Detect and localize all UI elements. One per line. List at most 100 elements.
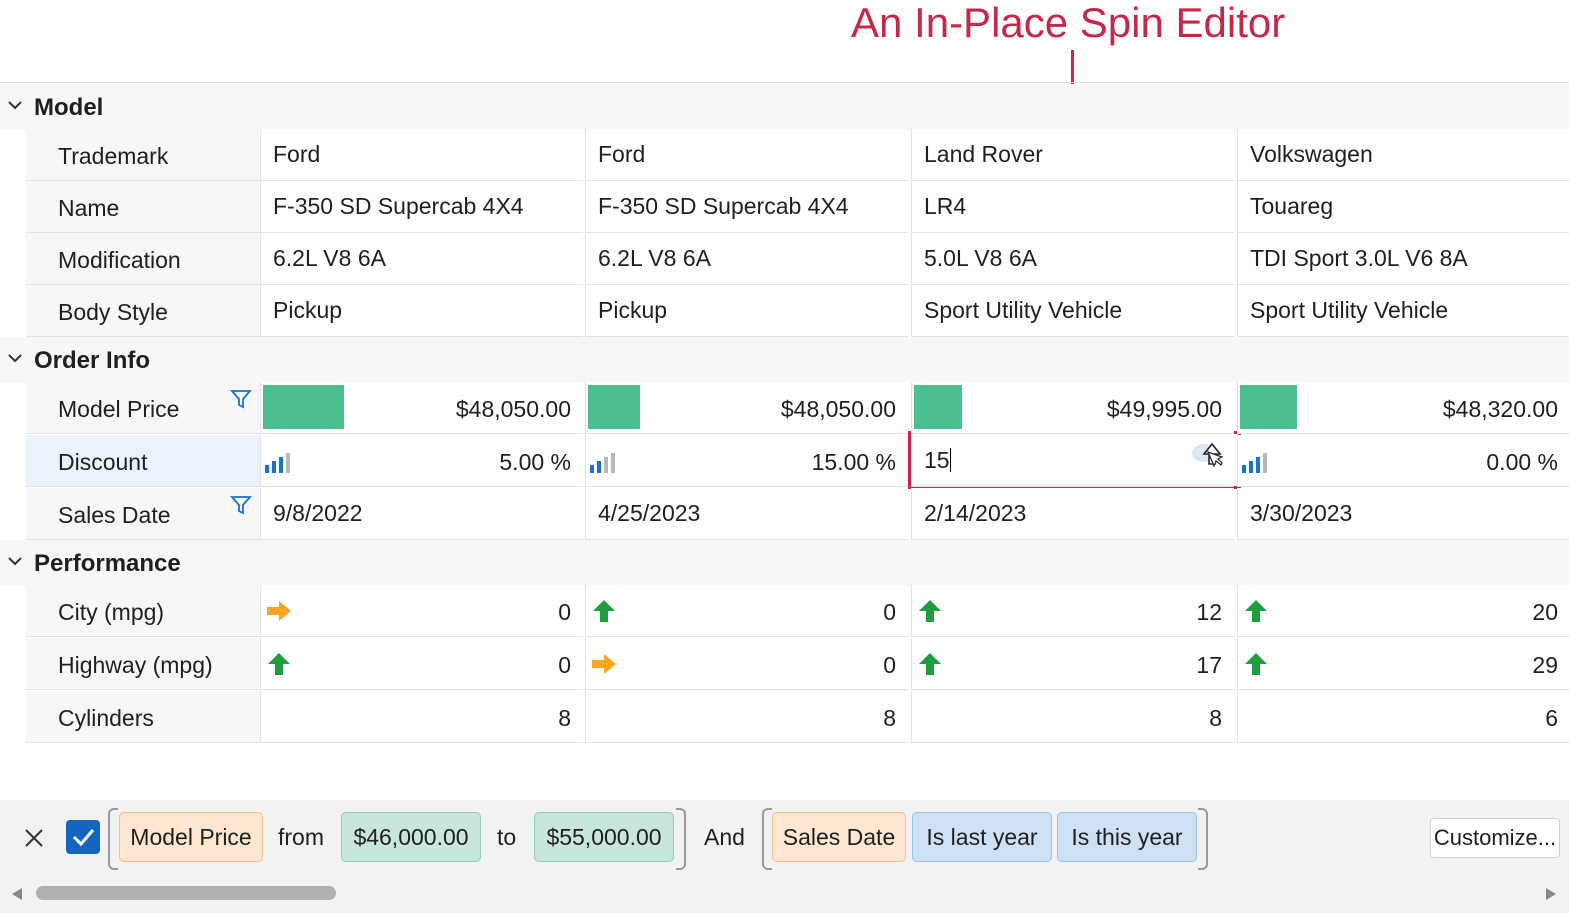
filter-value-from[interactable]: $46,000.00: [341, 812, 481, 862]
cell[interactable]: Ford: [260, 129, 583, 181]
row-label: Discount: [58, 449, 148, 475]
cell-text: 0: [883, 599, 896, 625]
cell[interactable]: Sport Utility Vehicle: [1237, 285, 1569, 337]
filter-group-operator[interactable]: And: [704, 824, 745, 851]
price-databar: [263, 385, 344, 429]
customize-button[interactable]: Customize...: [1430, 818, 1560, 858]
cell[interactable]: Touareg: [1237, 181, 1569, 233]
cell-text: 4/25/2023: [598, 500, 701, 526]
cell-text: F-350 SD Supercab 4X4: [598, 193, 849, 219]
cell[interactable]: 9/8/2022: [260, 488, 583, 540]
category-order-info[interactable]: Order Info: [0, 337, 1569, 383]
scroll-right-icon[interactable]: [1544, 886, 1558, 902]
cell[interactable]: Pickup: [260, 285, 583, 337]
chevron-down-icon[interactable]: [6, 96, 24, 114]
cell-text: Land Rover: [924, 141, 1043, 167]
signal-bars-icon: [1242, 453, 1267, 473]
annotation-title: An In-Place Spin Editor: [851, 0, 1286, 46]
row-header[interactable]: Model Price: [26, 382, 260, 434]
filter-enable-checkbox[interactable]: [66, 820, 100, 854]
chevron-down-icon[interactable]: [6, 349, 24, 367]
filter-field-model-price[interactable]: Model Price: [119, 812, 263, 862]
row-header[interactable]: Cylinders: [26, 691, 260, 743]
cell[interactable]: Land Rover: [911, 129, 1234, 181]
cell[interactable]: 8: [911, 691, 1234, 743]
cell-text: Sport Utility Vehicle: [1250, 297, 1449, 323]
row-model-price: Model Price $48,050.00 $48,050.00 $49,99…: [26, 382, 1569, 434]
filter-value-to[interactable]: $55,000.00: [534, 812, 674, 862]
filter-operator-from[interactable]: from: [278, 824, 324, 851]
cell[interactable]: TDI Sport 3.0L V6 8A: [1237, 233, 1569, 285]
cell[interactable]: 6: [1237, 691, 1569, 743]
cell[interactable]: $48,320.00: [1237, 382, 1569, 434]
row-header[interactable]: Body Style: [26, 285, 260, 337]
filter-op-is-this-year[interactable]: Is this year: [1057, 812, 1197, 862]
cell[interactable]: $48,050.00: [585, 382, 908, 434]
cell[interactable]: Ford: [585, 129, 908, 181]
cell[interactable]: 2/14/2023: [911, 488, 1234, 540]
cell[interactable]: 0.00 %: [1237, 435, 1569, 487]
cell[interactable]: 17: [911, 638, 1234, 690]
cell[interactable]: 20: [1237, 585, 1569, 637]
cell[interactable]: Sport Utility Vehicle: [911, 285, 1234, 337]
filter-field-sales-date[interactable]: Sales Date: [772, 812, 906, 862]
cell-text: $48,320.00: [1442, 396, 1558, 422]
row-header[interactable]: Modification: [26, 233, 260, 285]
category-label: Model: [34, 94, 104, 121]
filter-op-is-last-year[interactable]: Is last year: [912, 812, 1052, 862]
close-icon[interactable]: [22, 826, 46, 850]
cell[interactable]: 8: [260, 691, 583, 743]
cell[interactable]: 0: [260, 638, 583, 690]
cell-text: $49,995.00: [1106, 396, 1222, 422]
row-label: Sales Date: [58, 502, 171, 528]
spin-editor-value[interactable]: 15: [924, 447, 951, 474]
cell[interactable]: 5.00 %: [260, 435, 583, 487]
row-header[interactable]: Trademark: [26, 129, 260, 181]
row-label: Trademark: [58, 143, 169, 169]
cell[interactable]: Pickup: [585, 285, 908, 337]
cell[interactable]: 15.00 %: [585, 435, 908, 487]
filter-icon[interactable]: [230, 388, 252, 410]
category-model[interactable]: Model: [0, 84, 1569, 130]
cell[interactable]: F-350 SD Supercab 4X4: [260, 181, 583, 233]
row-name: Name F-350 SD Supercab 4X4 F-350 SD Supe…: [26, 181, 1569, 233]
cell[interactable]: 6.2L V8 6A: [585, 233, 908, 285]
cell-text: Ford: [273, 141, 321, 167]
price-databar: [1240, 385, 1297, 429]
cell-text: 5.0L V8 6A: [924, 245, 1037, 271]
cell[interactable]: F-350 SD Supercab 4X4: [585, 181, 908, 233]
horizontal-scrollbar-thumb[interactable]: [36, 886, 336, 900]
spin-up-button-icon[interactable]: [1190, 440, 1224, 470]
cell[interactable]: $49,995.00: [911, 382, 1234, 434]
arrow-up-icon: [593, 600, 615, 622]
scroll-left-icon[interactable]: [10, 886, 24, 902]
row-header[interactable]: Highway (mpg): [26, 638, 260, 690]
cell[interactable]: 3/30/2023: [1237, 488, 1569, 540]
cell[interactable]: $48,050.00: [260, 382, 583, 434]
row-header[interactable]: Name: [26, 181, 260, 233]
cell[interactable]: 6.2L V8 6A: [260, 233, 583, 285]
category-performance[interactable]: Performance: [0, 540, 1569, 586]
row-modification: Modification 6.2L V8 6A 6.2L V8 6A 5.0L …: [26, 233, 1569, 285]
filter-icon[interactable]: [230, 494, 252, 516]
cell[interactable]: LR4: [911, 181, 1234, 233]
chevron-down-icon[interactable]: [6, 552, 24, 570]
cell[interactable]: 8: [585, 691, 908, 743]
cell[interactable]: 29: [1237, 638, 1569, 690]
row-header[interactable]: City (mpg): [26, 585, 260, 637]
row-header[interactable]: Discount: [26, 435, 260, 487]
cell[interactable]: 0: [585, 638, 908, 690]
cell[interactable]: 12: [911, 585, 1234, 637]
row-header[interactable]: Sales Date: [26, 488, 260, 540]
cell-text: 0: [558, 652, 571, 678]
cell[interactable]: 4/25/2023: [585, 488, 908, 540]
cell[interactable]: 0: [260, 585, 583, 637]
spin-editor[interactable]: 15: [912, 435, 1232, 481]
cell[interactable]: 0: [585, 585, 908, 637]
text-caret: [949, 448, 951, 472]
cell[interactable]: Volkswagen: [1237, 129, 1569, 181]
cell-text: 8: [558, 705, 571, 731]
cell-text: 17: [1196, 652, 1222, 678]
cell[interactable]: 5.0L V8 6A: [911, 233, 1234, 285]
group-bracket-left: [762, 808, 772, 870]
